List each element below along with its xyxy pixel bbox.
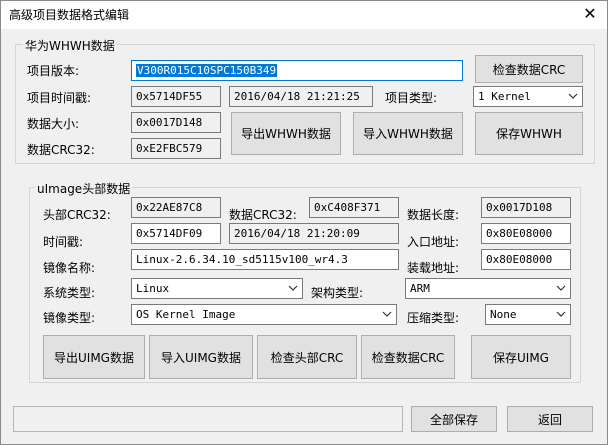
export-uimg-button[interactable]: 导出UIMG数据: [43, 335, 145, 379]
back-button[interactable]: 返回: [507, 406, 593, 432]
save-all-button[interactable]: 全部保存: [411, 406, 497, 432]
os-type-select[interactable]: Linux: [131, 278, 303, 299]
data-size-field: 0x0017D148: [131, 112, 221, 133]
data-crc-field: 0xE2FBC579: [131, 138, 221, 159]
check-data-crc-button[interactable]: 检查数据CRC: [475, 55, 583, 83]
image-type-select[interactable]: OS Kernel Image: [131, 304, 397, 325]
version-input[interactable]: V300R015C10SPC150B349: [131, 60, 463, 81]
close-icon[interactable]: ✕: [577, 4, 603, 24]
project-type-select[interactable]: 1 Kernel: [473, 86, 583, 107]
chevron-down-icon: [556, 285, 566, 291]
load-address-label: 装载地址:: [407, 261, 460, 275]
header-crc-field: 0x22AE87C8: [131, 197, 221, 218]
image-type-value: OS Kernel Image: [136, 308, 236, 321]
uimage-timestamp-label: 时间戳:: [43, 235, 84, 249]
arch-type-label: 架构类型:: [311, 286, 364, 300]
uimage-data-crc-label: 数据CRC32:: [229, 208, 297, 222]
version-label: 项目版本:: [27, 64, 80, 78]
arch-type-value: ARM: [410, 282, 430, 295]
chevron-down-icon: [382, 311, 392, 317]
check-uimage-data-crc-button[interactable]: 检查数据CRC: [361, 335, 455, 379]
version-value: V300R015C10SPC150B349: [136, 64, 278, 77]
project-type-value: 1 Kernel: [478, 90, 531, 103]
import-whwh-button[interactable]: 导入WHWH数据: [353, 112, 463, 155]
timestamp-label: 项目时间戳:: [27, 91, 92, 105]
uimage-data-crc-field: 0xC408F371: [309, 197, 399, 218]
image-name-label: 镜像名称:: [43, 261, 96, 275]
chevron-down-icon: [568, 93, 578, 99]
image-name-input[interactable]: Linux-2.6.34.10_sd5115v100_wr4.3: [131, 249, 399, 270]
entry-address-input[interactable]: 0x80E08000: [481, 223, 571, 244]
os-type-value: Linux: [136, 282, 170, 295]
timestamp-hex-field: 0x5714DF55: [131, 86, 221, 107]
data-length-field: 0x0017D108: [481, 197, 571, 218]
compress-type-value: None: [490, 308, 517, 321]
uimage-timestamp-hex-input[interactable]: 0x5714DF09: [131, 223, 221, 244]
chevron-down-icon: [556, 311, 566, 317]
uimage-group-label: uImage头部数据: [35, 180, 133, 197]
os-type-label: 系统类型:: [43, 286, 96, 300]
arch-type-select[interactable]: ARM: [405, 278, 571, 299]
title-bar: 高级项目数据格式编辑 ✕: [1, 1, 607, 29]
entry-address-label: 入口地址:: [407, 235, 460, 249]
project-type-label: 项目类型:: [385, 91, 438, 105]
compress-type-select[interactable]: None: [485, 304, 571, 325]
export-whwh-button[interactable]: 导出WHWH数据: [231, 112, 341, 155]
header-crc-label: 头部CRC32:: [43, 208, 111, 222]
data-size-label: 数据大小:: [27, 117, 80, 131]
save-whwh-button[interactable]: 保存WHWH: [475, 112, 583, 155]
chevron-down-icon: [288, 285, 298, 291]
window-title: 高级项目数据格式编辑: [9, 8, 130, 22]
save-uimg-button[interactable]: 保存UIMG: [471, 335, 571, 379]
uimage-timestamp-text-field: 2016/04/18 21:20:09: [229, 223, 399, 244]
load-address-input[interactable]: 0x80E08000: [481, 249, 571, 270]
import-uimg-button[interactable]: 导入UIMG数据: [149, 335, 253, 379]
image-type-label: 镜像类型:: [43, 311, 96, 325]
data-length-label: 数据长度:: [407, 208, 460, 222]
data-crc-label: 数据CRC32:: [27, 143, 95, 157]
editor-window: 高级项目数据格式编辑 ✕ 华为WHWH数据 项目版本: V300R015C10S…: [0, 0, 608, 445]
huawei-group-label: 华为WHWH数据: [23, 37, 117, 54]
timestamp-text-field: 2016/04/18 21:21:25: [229, 86, 373, 107]
compress-type-label: 压缩类型:: [407, 311, 460, 325]
check-header-crc-button[interactable]: 检查头部CRC: [257, 335, 357, 379]
status-bar: [13, 406, 403, 432]
